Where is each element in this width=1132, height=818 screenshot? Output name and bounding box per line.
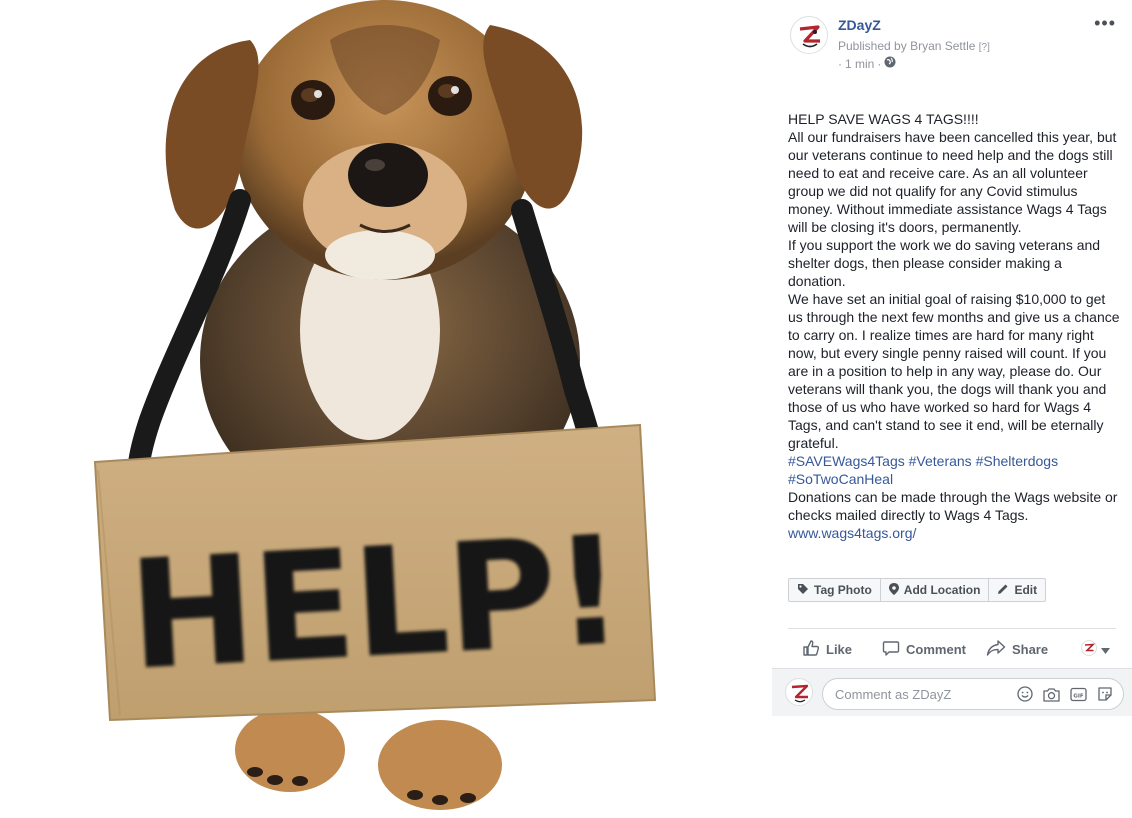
publisher-help-link[interactable]: [?] [979,42,990,53]
time-separator-dot: · [877,56,882,71]
svg-text:GIF: GIF [1073,693,1084,699]
smiley-icon[interactable] [1017,686,1033,702]
post-paragraph: All our fundraisers have been cancelled … [788,129,1117,235]
share-arrow-icon [986,639,1006,660]
tag-photo-button[interactable]: Tag Photo [788,578,881,602]
comment-input-box[interactable]: GIF [822,678,1124,710]
comment-label: Comment [906,641,966,657]
actions-divider [788,628,1116,629]
tag-photo-label: Tag Photo [814,583,872,597]
share-label: Share [1011,641,1049,657]
cardboard-sign: HELP! [93,423,657,722]
comment-bubble-icon [882,639,900,660]
post-paragraph: HELP SAVE WAGS 4 TAGS!!!! [788,111,979,127]
gif-icon[interactable]: GIF [1070,687,1087,702]
add-location-label: Add Location [903,583,981,597]
zdayz-logo-icon [787,680,812,705]
post-photo[interactable]: HELP! [0,0,772,818]
hashtag-line: #SAVEWags4Tags #Veterans #Shelterdogs #S… [788,452,1120,488]
more-options-button[interactable]: ••• [1094,14,1116,32]
page-avatar[interactable] [790,16,828,54]
dog-nose [348,143,428,207]
time-prefix-dot: · [838,56,842,71]
hashtag-link[interactable]: #SoTwoCanHeal [788,471,893,487]
comment-button[interactable]: Comment [882,639,966,660]
post-paragraph: If you support the work we do saving vet… [788,237,1101,289]
like-label: Like [826,641,853,657]
post-detail-panel: ZDayZ Published by Bryan Settle [?] · 1 … [772,0,1132,818]
globe-icon[interactable] [884,56,896,71]
donation-paragraph: Donations can be made through the Wags w… [788,489,1118,523]
edit-label: Edit [1014,583,1038,597]
zdayz-mini-avatar-icon [1081,639,1097,659]
website-link[interactable]: www.wags4tags.org/ [788,525,916,541]
edit-button[interactable]: Edit [988,578,1047,602]
sticker-icon[interactable] [1097,686,1113,702]
location-pin-icon [888,582,899,598]
comment-attachment-icons: GIF [1017,686,1113,702]
post-time[interactable]: 1 min [845,57,874,71]
publisher-name[interactable]: Bryan Settle [910,39,975,53]
post-text: HELP SAVE WAGS 4 TAGS!!!! All our fundra… [788,110,1120,542]
caret-down-icon [1101,642,1110,657]
hashtag-link[interactable]: #Shelterdogs [976,453,1059,469]
like-button[interactable]: Like [802,639,852,660]
camera-icon[interactable] [1043,687,1060,702]
pencil-icon [997,583,1009,598]
add-location-button[interactable]: Add Location [879,578,990,602]
hashtag-link[interactable]: #SAVEWags4Tags [788,453,905,469]
act-as-page-selector[interactable] [1081,639,1110,659]
post-paragraph: We have set an initial goal of raising $… [788,291,1120,451]
post-actions-row: Like Comment Share [788,632,1116,666]
page-name-link[interactable]: ZDayZ [838,17,881,33]
thumbs-up-icon [802,639,820,660]
zdayz-logo-icon [793,19,827,53]
commenter-avatar[interactable] [785,678,813,706]
photo-action-buttons: Tag Photo Add Location Edit [788,578,1047,602]
tag-icon [797,583,809,598]
left-paw [235,708,345,792]
share-button[interactable]: Share [986,639,1048,660]
published-prefix: Published by [838,39,907,53]
comment-composer: GIF [772,668,1132,716]
post-timestamp-row: · 1 min · [838,56,896,71]
published-by-line: Published by Bryan Settle [?] [838,39,990,53]
comment-input[interactable] [835,686,1017,702]
hashtag-link[interactable]: #Veterans [909,453,972,469]
sign-text: HELP! [125,504,625,704]
dog-help-sign-image: HELP! [93,0,657,810]
